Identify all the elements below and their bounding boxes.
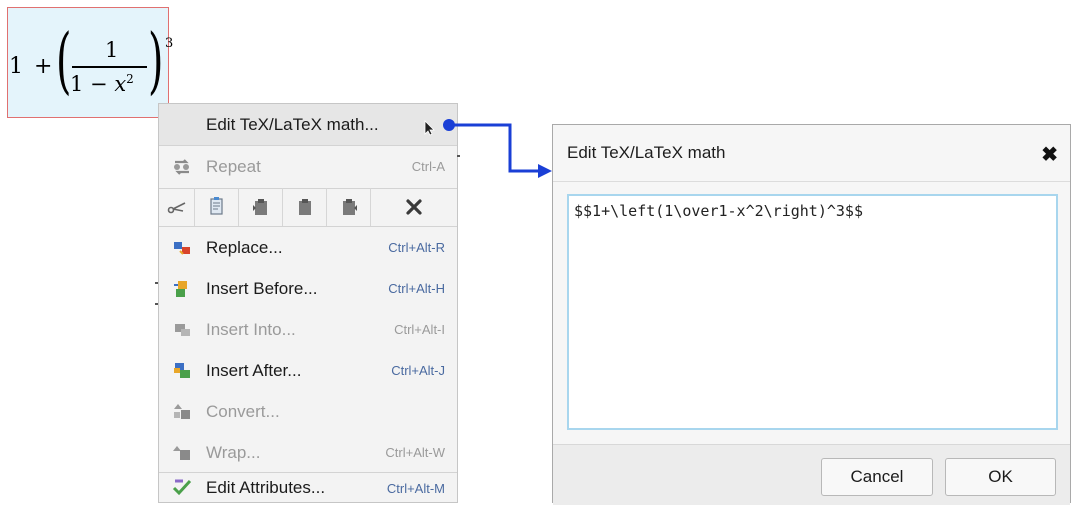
- dialog-footer: Cancel OK: [553, 444, 1070, 505]
- dialog-header: Edit TeX/LaTeX math ✖: [553, 125, 1070, 182]
- tex-editor-textarea[interactable]: [567, 194, 1058, 430]
- dialog-title: Edit TeX/LaTeX math: [567, 143, 726, 162]
- dialog-body: [553, 182, 1070, 444]
- ok-button[interactable]: OK: [945, 458, 1056, 496]
- cancel-button[interactable]: Cancel: [821, 458, 933, 496]
- edit-tex-dialog: Edit TeX/LaTeX math ✖ Cancel OK: [552, 124, 1071, 505]
- close-icon[interactable]: ✖: [1041, 142, 1058, 167]
